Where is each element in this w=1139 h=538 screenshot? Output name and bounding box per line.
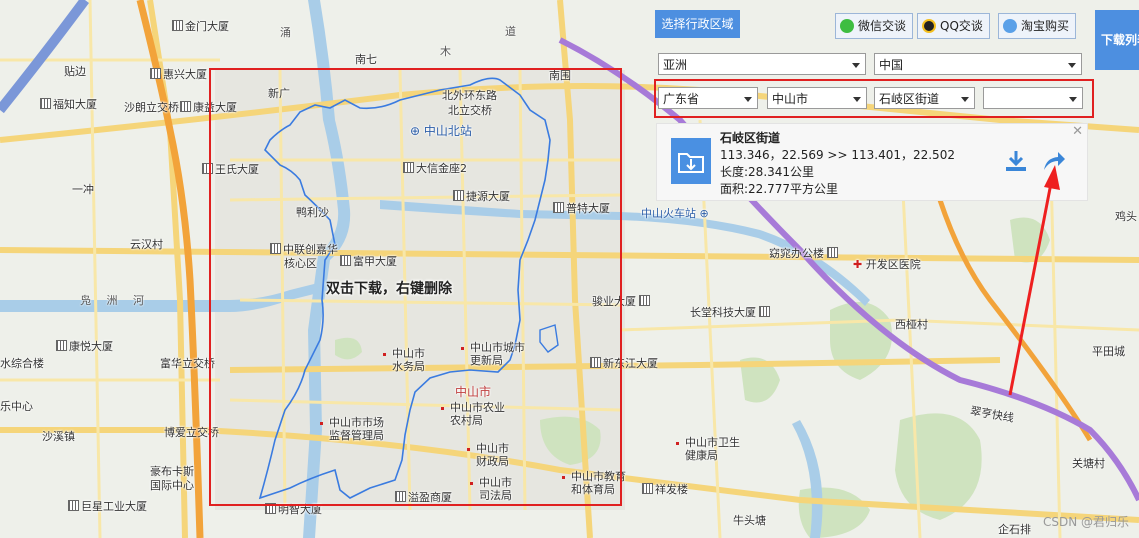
- region-info-card[interactable]: 石岐区街道 113.346，22.569 >> 113.401，22.502 长…: [656, 123, 1088, 201]
- poi-label: 福知大厦: [53, 98, 97, 111]
- poi-jinmen: 金门大厦: [172, 20, 229, 33]
- place-nanqi: 南七: [355, 53, 377, 66]
- poi-label: 中山火车站: [641, 207, 696, 220]
- taobao-button[interactable]: 淘宝购买: [998, 13, 1077, 39]
- wechat-button[interactable]: 微信交谈: [835, 13, 914, 39]
- road-label-jiaoling: 道: [505, 25, 522, 38]
- place-yunhan: 云汉村: [130, 238, 163, 251]
- place-jiukou: 鸡头: [1115, 210, 1137, 223]
- continent-value: 亚洲: [663, 58, 688, 72]
- chevron-down-icon: [744, 97, 752, 102]
- poi-zhongshan-hcz: 中山火车站 ⊕: [641, 207, 709, 220]
- download-icon[interactable]: [1003, 148, 1029, 174]
- building-icon: [642, 483, 653, 494]
- place-niutou: 牛头塘: [733, 514, 766, 527]
- place-pingtian: 平田城: [1092, 345, 1125, 358]
- poi-xiangfa: 祥发楼: [642, 483, 688, 496]
- poi-huixing: 惠兴大厦: [150, 68, 207, 81]
- poi-label: 金门大厦: [185, 20, 229, 33]
- building-icon: [68, 500, 79, 511]
- poi-fuhua: 富华立交桥: [160, 357, 215, 370]
- region-coords: 113.346，22.569 >> 113.401，22.502: [720, 148, 955, 162]
- place-guanteng: 关塘村: [1072, 457, 1105, 470]
- taobao-label: 淘宝购买: [1021, 19, 1070, 33]
- place-haoke: 豪布卡斯: [150, 465, 194, 478]
- watermark: CSDN @君归乐: [1042, 515, 1129, 529]
- place-tieshan: 贴边: [64, 65, 86, 78]
- gov-line2: 健康局: [685, 449, 718, 462]
- poi-label: 窈窕办公楼: [769, 247, 824, 260]
- chevron-down-icon: [1068, 63, 1076, 68]
- place-qishi: 企石排: [998, 523, 1031, 536]
- poi-juye: 巨星工业大厦: [68, 500, 147, 513]
- poi-kangyue: 康悦大厦: [56, 340, 113, 353]
- building-icon: [759, 306, 770, 317]
- taobao-icon: [1003, 19, 1017, 33]
- city-value: 中山市: [772, 92, 809, 106]
- chevron-down-icon: [853, 97, 861, 102]
- poi-label: 富华立交桥: [160, 357, 215, 370]
- hospital-icon: ✚: [853, 258, 866, 271]
- gov-wsj: 中山市卫生 健康局: [676, 436, 740, 462]
- map-highlight-box: [209, 68, 622, 506]
- continent-select[interactable]: 亚洲: [658, 53, 866, 75]
- district-value: 石岐区街道: [879, 92, 940, 106]
- gov-line1: 中山市卫生: [685, 436, 740, 449]
- poi-label: 开发区医院: [865, 258, 921, 271]
- close-icon[interactable]: ✕: [1072, 124, 1083, 139]
- place-guoji: 国际中心: [150, 479, 194, 492]
- share-icon[interactable]: [1040, 148, 1066, 174]
- poi-changtian: 长堂科技大厦: [690, 306, 772, 319]
- poi-label: 康悦大厦: [69, 340, 113, 353]
- building-icon: [40, 98, 51, 109]
- place-shaxi: 沙溪镇: [42, 430, 75, 443]
- poi-fuzhi: 福知大厦: [40, 98, 97, 111]
- building-icon: [172, 20, 183, 31]
- region-area: 面积:22.777平方公里: [720, 182, 839, 196]
- country-value: 中国: [879, 58, 904, 72]
- region-name: 石岐区街道: [720, 131, 781, 145]
- city-select[interactable]: 中山市: [767, 87, 867, 109]
- marker-icon: [676, 441, 679, 445]
- chevron-down-icon: [852, 63, 860, 68]
- qq-button[interactable]: QQ交谈: [917, 13, 990, 39]
- province-select[interactable]: 广东省: [658, 87, 758, 109]
- building-icon: [150, 68, 161, 79]
- subdistrict-select[interactable]: [983, 87, 1083, 109]
- building-icon: [180, 101, 191, 112]
- train-station-icon: ⊕: [696, 207, 709, 220]
- download-list-button[interactable]: 下载列表: [1095, 10, 1139, 70]
- place-yichong: 一冲: [72, 183, 94, 196]
- building-icon: [639, 295, 650, 306]
- place-xijiao: 西桠村: [895, 318, 928, 331]
- chevron-down-icon: [1069, 97, 1077, 102]
- place-xiaochun: 乐中心: [0, 400, 33, 413]
- poi-kaifaqu: ✚ 开发区医院: [853, 258, 921, 271]
- building-icon: [827, 247, 838, 258]
- poi-label: 惠兴大厦: [163, 68, 207, 81]
- poi-label: 祥发楼: [655, 483, 688, 496]
- region-title[interactable]: 选择行政区域: [655, 10, 740, 38]
- poi-yaoqiong: 窈窕办公楼: [769, 247, 840, 260]
- wechat-label: 微信交谈: [858, 19, 907, 33]
- river-label-langwei: 涌: [280, 26, 297, 39]
- poi-label: 沙朗立交桥: [124, 101, 179, 114]
- folder-download-icon: [671, 138, 711, 184]
- qq-icon: [922, 19, 936, 33]
- region-length: 长度:28.341公里: [720, 165, 815, 179]
- chevron-down-icon: [961, 97, 969, 102]
- wechat-icon: [840, 19, 854, 33]
- road-label-shenhai: 木: [440, 45, 457, 58]
- poi-shalang: 沙朗立交桥: [124, 101, 179, 114]
- poi-label: 巨星工业大厦: [81, 500, 147, 513]
- poi-label: 长堂科技大厦: [690, 306, 756, 319]
- building-icon: [56, 340, 67, 351]
- place-luozhi: 水综合楼: [0, 357, 44, 370]
- qq-label: QQ交谈: [940, 19, 983, 33]
- river-label-xuezhou: 凫 洲 河: [80, 294, 150, 307]
- province-value: 广东省: [663, 92, 700, 106]
- district-select[interactable]: 石岐区街道: [874, 87, 975, 109]
- country-select[interactable]: 中国: [874, 53, 1082, 75]
